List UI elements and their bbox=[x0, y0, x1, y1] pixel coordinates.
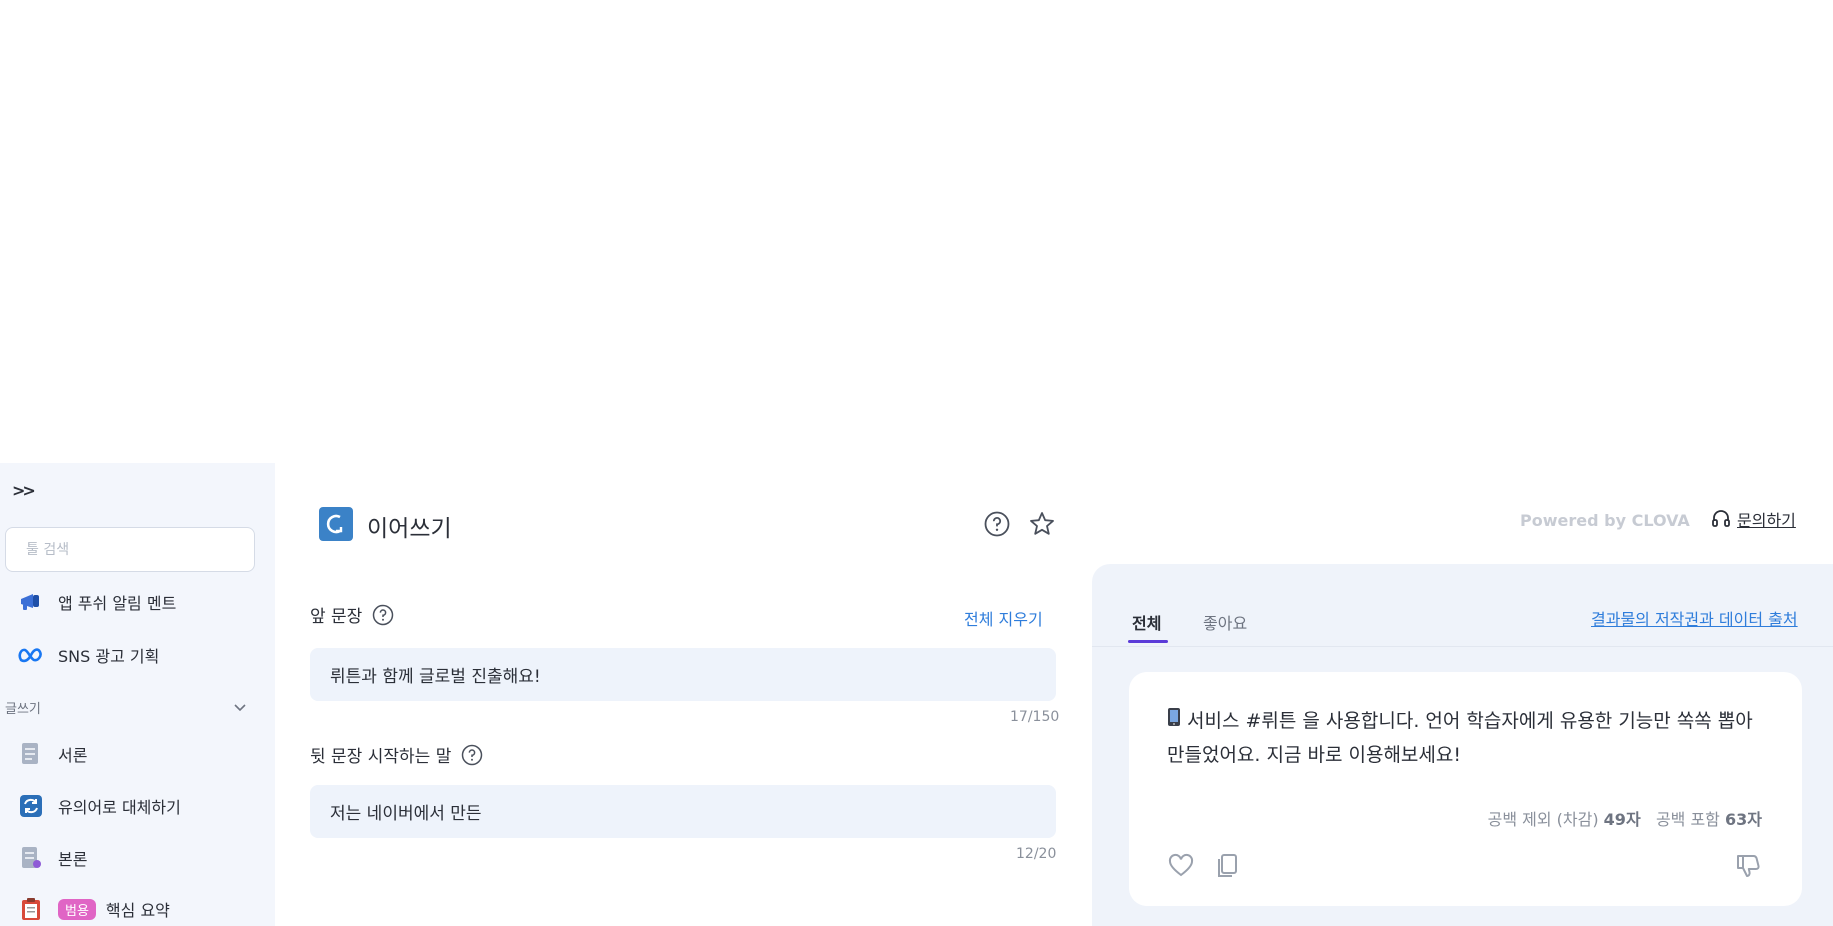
front-sentence-input[interactable] bbox=[310, 648, 1056, 701]
chevron-down-icon[interactable] bbox=[232, 699, 248, 715]
sidebar-item-label: 본론 bbox=[58, 850, 88, 869]
headset-icon bbox=[1712, 510, 1730, 527]
sidebar-item-label: 앱 푸쉬 알림 멘트 bbox=[58, 594, 177, 613]
megaphone-icon bbox=[18, 589, 44, 615]
category-badge: 범용 bbox=[58, 898, 96, 920]
next-sentence-label: 뒷 문장 시작하는 말 bbox=[310, 742, 483, 767]
count-no-space-value: 49자 bbox=[1603, 810, 1641, 829]
sidebar-item-label: 유의어로 대체하기 bbox=[58, 798, 181, 817]
result-text: 서비스 #뤼튼 을 사용합니다. 언어 학습자에게 유용한 기능만 쏙쏙 뽑아 … bbox=[1167, 704, 1767, 772]
clipboard-icon bbox=[18, 896, 44, 922]
powered-by-clova: Powered by CLOVA bbox=[1520, 511, 1690, 530]
result-panel: 전체 좋아요 결과물의 저작권과 데이터 출처 서비스 #뤼튼 을 사용합니다.… bbox=[1092, 564, 1833, 926]
tab-divider bbox=[1092, 646, 1833, 647]
sidebar-item-label: SNS 광고 기획 bbox=[58, 647, 160, 666]
front-sentence-count: 17/150 bbox=[1010, 709, 1060, 725]
app-root: >> 앱 푸쉬 알림 멘트 SNS 광고 기획 글쓰기 서론 bbox=[0, 463, 1833, 926]
mobile-phone-icon bbox=[1167, 704, 1181, 738]
document-icon bbox=[18, 741, 44, 767]
next-sentence-count: 12/20 bbox=[1016, 846, 1057, 862]
help-icon[interactable] bbox=[984, 511, 1010, 537]
count-with-space-value: 63자 bbox=[1725, 810, 1762, 829]
front-sentence-label: 앞 문장 bbox=[310, 602, 394, 627]
thumbs-down-icon[interactable] bbox=[1734, 852, 1762, 880]
meta-logo-icon bbox=[18, 642, 44, 668]
contact-link[interactable]: 문의하기 bbox=[1711, 507, 1796, 531]
sidebar-item-sns-ad[interactable]: SNS 광고 기획 bbox=[18, 640, 159, 670]
page-title: 이어쓰기 bbox=[367, 516, 452, 542]
card-actions bbox=[1167, 852, 1241, 880]
refresh-icon bbox=[18, 793, 44, 819]
tab-likes[interactable]: 좋아요 bbox=[1203, 610, 1247, 634]
help-icon[interactable] bbox=[461, 744, 483, 766]
sidebar-item-synonym[interactable]: 유의어로 대체하기 bbox=[18, 791, 181, 821]
sidebar-item-intro[interactable]: 서론 bbox=[18, 739, 87, 769]
clear-all-button[interactable]: 전체 지우기 bbox=[964, 606, 1043, 630]
contact-label: 문의하기 bbox=[1737, 511, 1796, 530]
section-label-writing: 글쓰기 bbox=[5, 702, 41, 717]
heart-icon[interactable] bbox=[1167, 852, 1195, 880]
tool-search-input[interactable] bbox=[5, 527, 255, 572]
result-text-content: 서비스 #뤼튼 을 사용합니다. 언어 학습자에게 유용한 기능만 쏙쏙 뽑아 … bbox=[1167, 710, 1753, 766]
sidebar-item-summary[interactable]: 범용 핵심 요약 bbox=[18, 894, 170, 924]
count-no-space-label: 공백 제외 (차감) bbox=[1487, 810, 1599, 829]
count-with-space-label: 공백 포함 bbox=[1655, 810, 1720, 829]
next-sentence-label-text: 뒷 문장 시작하는 말 bbox=[310, 747, 452, 767]
front-sentence-label-text: 앞 문장 bbox=[310, 607, 363, 627]
tab-all[interactable]: 전체 bbox=[1132, 610, 1161, 634]
sidebar: >> 앱 푸쉬 알림 멘트 SNS 광고 기획 글쓰기 서론 bbox=[0, 463, 275, 926]
sidebar-item-label: 핵심 요약 bbox=[105, 901, 170, 920]
sidebar-item-label: 서론 bbox=[58, 746, 88, 765]
sidebar-item-app-push[interactable]: 앱 푸쉬 알림 멘트 bbox=[18, 587, 176, 617]
next-sentence-input[interactable] bbox=[310, 785, 1056, 838]
copyright-data-source-link[interactable]: 결과물의 저작권과 데이터 출처 bbox=[1591, 606, 1798, 630]
expand-sidebar-button[interactable]: >> bbox=[12, 481, 36, 500]
document-edit-icon bbox=[18, 845, 44, 871]
main-content: 이어쓰기 Powered by CLOVA 문의하기 앞 문장 전체 지우기 1… bbox=[275, 463, 1833, 926]
favorite-star-icon[interactable] bbox=[1028, 510, 1056, 538]
character-count: 공백 제외 (차감) 49자 공백 포함 63자 bbox=[1488, 806, 1762, 830]
result-card: 서비스 #뤼튼 을 사용합니다. 언어 학습자에게 유용한 기능만 쏙쏙 뽑아 … bbox=[1129, 672, 1802, 906]
copy-icon[interactable] bbox=[1213, 852, 1241, 880]
help-icon[interactable] bbox=[372, 604, 394, 626]
continue-writing-icon bbox=[319, 507, 353, 541]
sidebar-item-body[interactable]: 본론 bbox=[18, 843, 87, 873]
active-tab-indicator bbox=[1128, 640, 1168, 643]
